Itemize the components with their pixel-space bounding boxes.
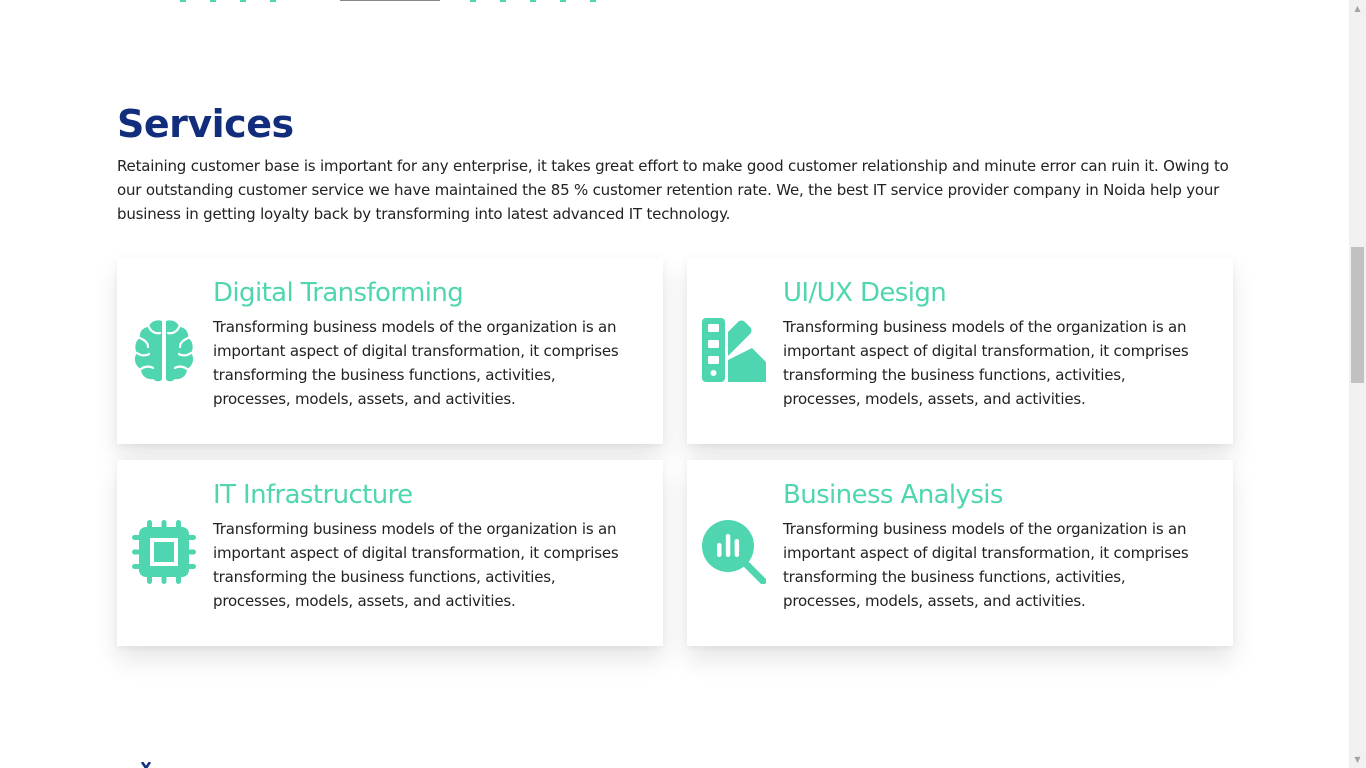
services-section: Services Retaining customer base is impo… <box>117 100 1233 226</box>
section-title: Services <box>117 102 294 146</box>
magnifier-chart-icon <box>702 520 766 584</box>
card-description: Transforming business models of the orga… <box>213 520 619 610</box>
scroll-down-arrow-icon[interactable]: ▼ <box>1349 751 1366 768</box>
next-section-fragment <box>140 762 152 768</box>
swatchbook-icon <box>702 318 766 382</box>
card-title: Business Analysis <box>783 480 1003 510</box>
microchip-icon <box>132 520 196 584</box>
service-card-it-infrastructure: IT Infrastructure Transforming business … <box>117 460 663 646</box>
services-card-grid: Digital Transforming Transforming busine… <box>117 258 1233 646</box>
scroll-up-arrow-icon[interactable]: ▲ <box>1349 0 1366 17</box>
card-description: Transforming business models of the orga… <box>783 520 1189 610</box>
service-card-business-analysis: Business Analysis Transforming business … <box>687 460 1233 646</box>
card-description: Transforming business models of the orga… <box>783 318 1189 408</box>
scrollbar-thumb[interactable] <box>1351 247 1364 383</box>
service-card-ui-ux-design: UI/UX Design Transforming business model… <box>687 258 1233 444</box>
brain-icon <box>132 318 196 382</box>
card-title: Digital Transforming <box>213 278 464 308</box>
card-title: UI/UX Design <box>783 278 947 308</box>
card-title: IT Infrastructure <box>213 480 413 510</box>
card-description: Transforming business models of the orga… <box>213 318 619 408</box>
service-card-digital-transforming: Digital Transforming Transforming busine… <box>117 258 663 444</box>
header-illustration-fragment <box>180 0 596 2</box>
section-description: Retaining customer base is important for… <box>117 157 1229 223</box>
page: Services Retaining customer base is impo… <box>0 0 1349 768</box>
vertical-scrollbar[interactable]: ▲ ▼ <box>1349 0 1366 768</box>
